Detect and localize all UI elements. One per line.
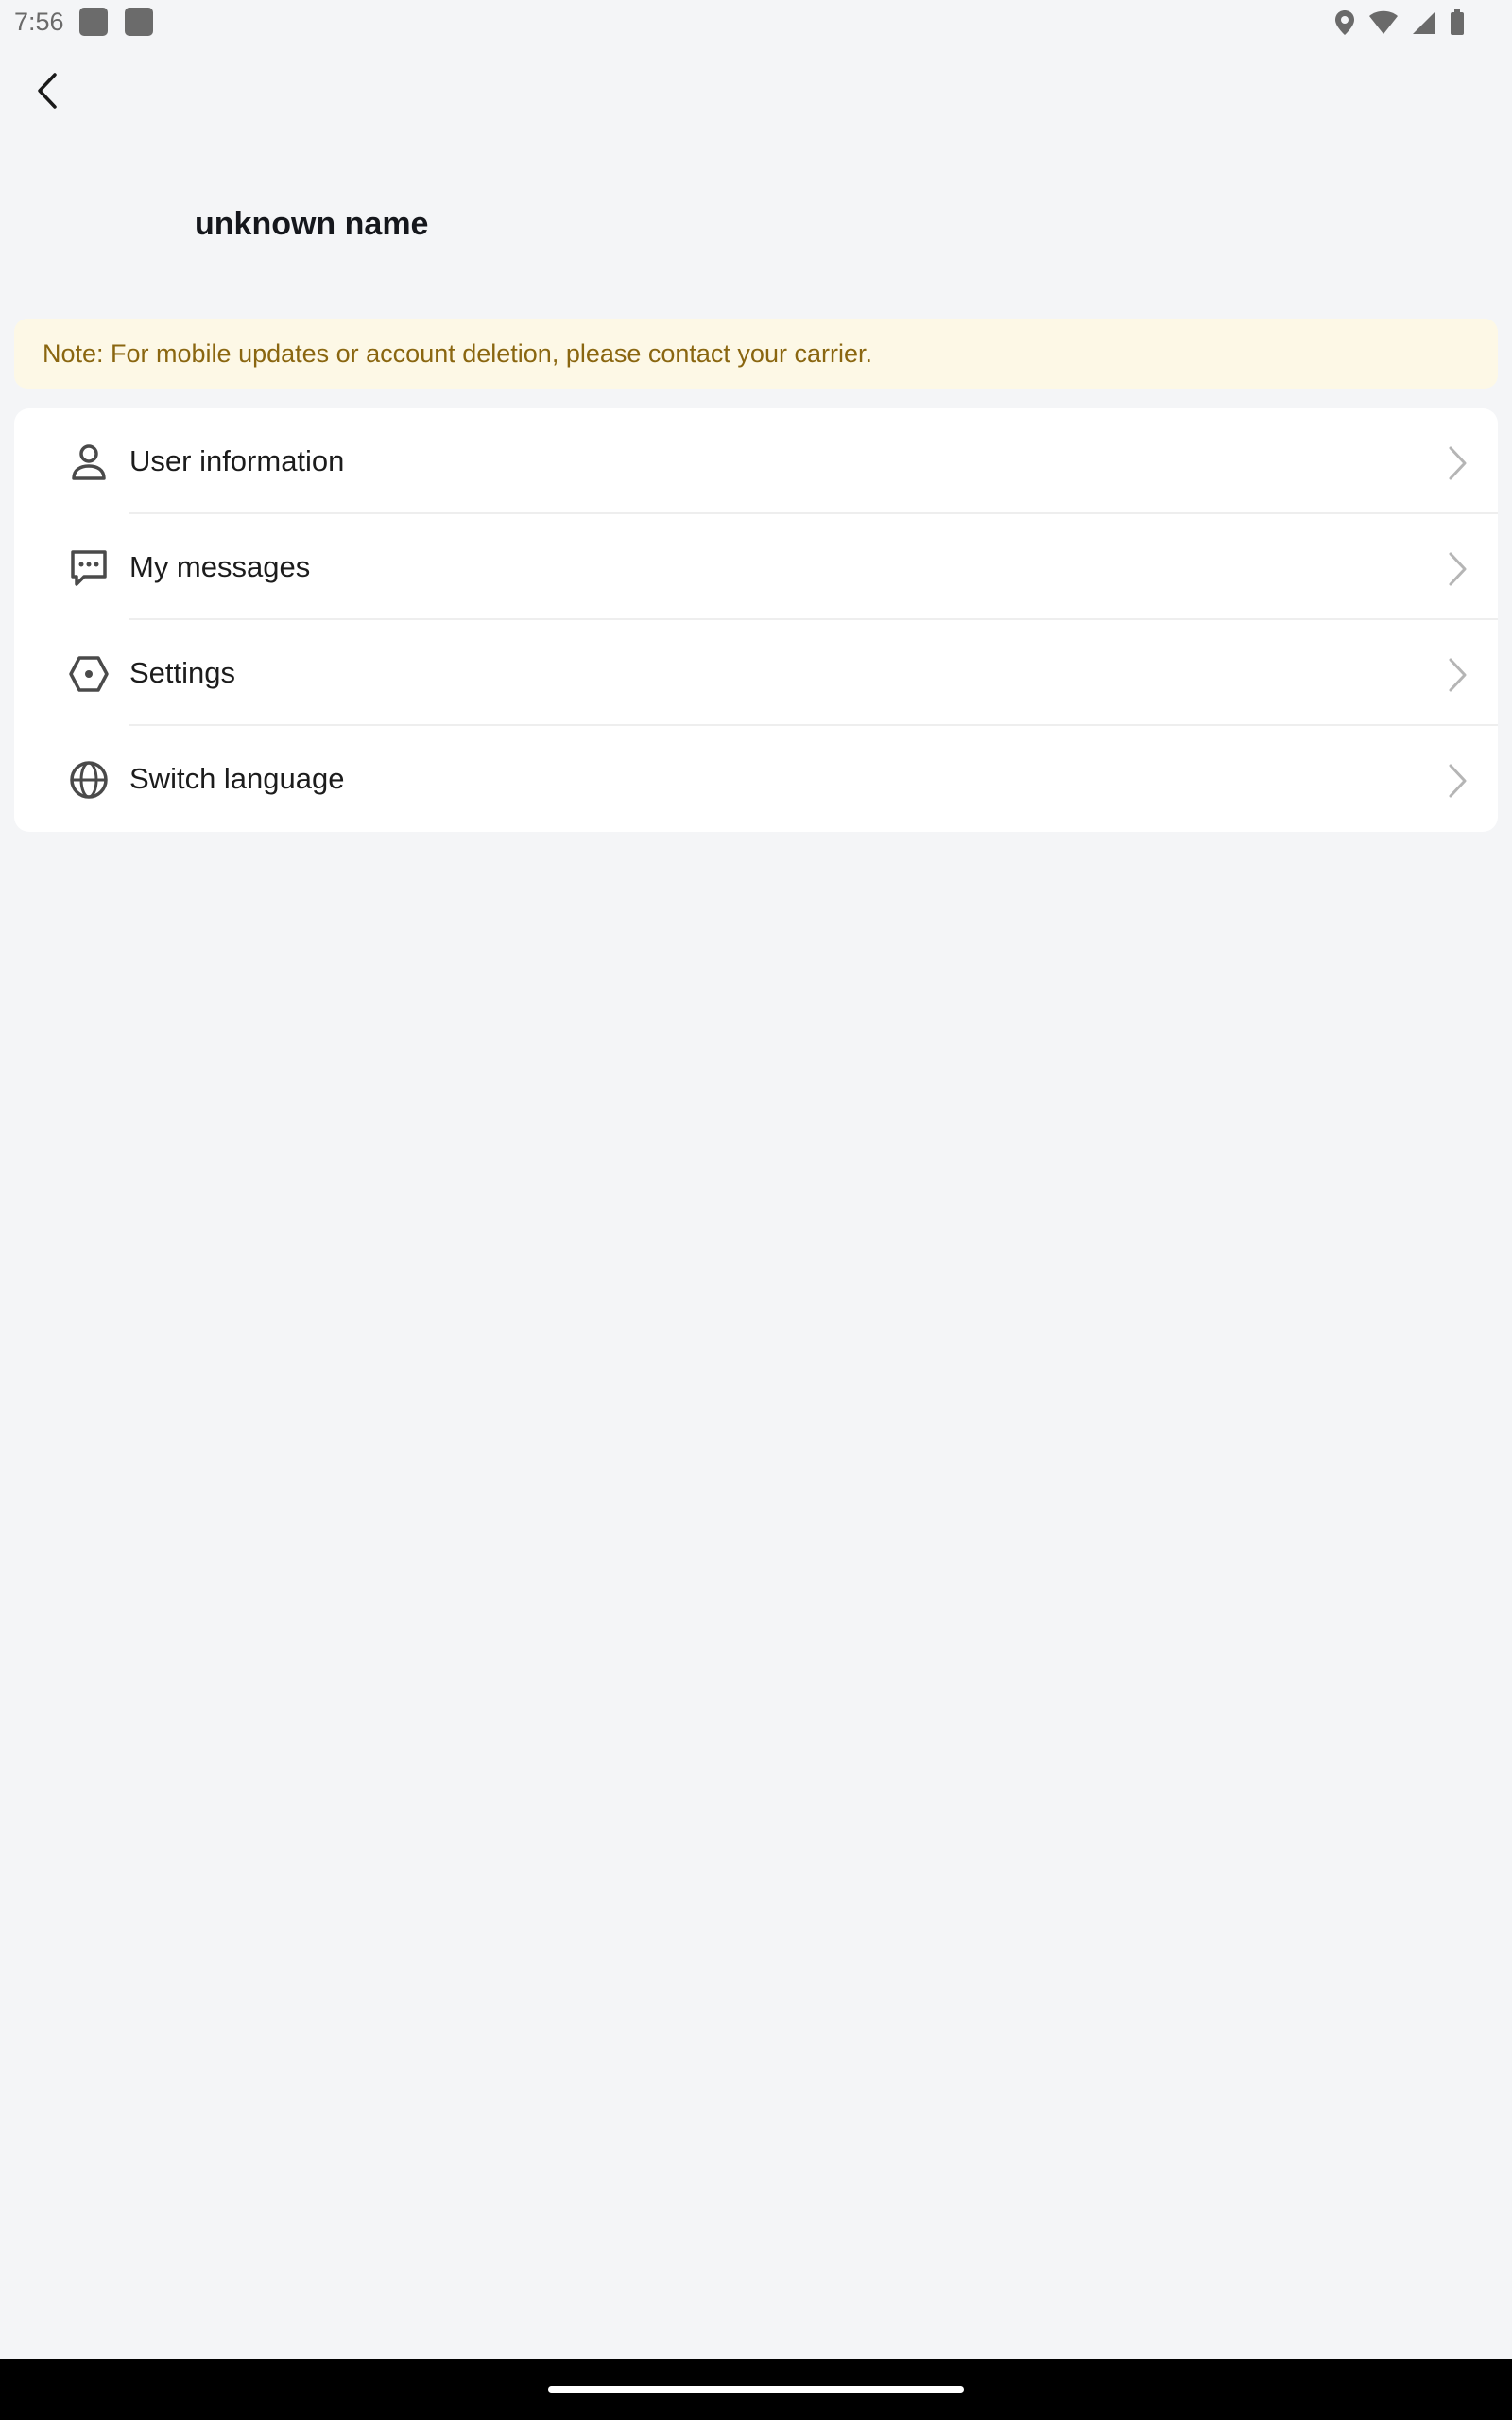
globe-icon	[69, 760, 109, 800]
chevron-left-icon	[35, 72, 60, 114]
profile-name: unknown name	[195, 206, 429, 242]
menu-item-label: Settings	[129, 656, 236, 689]
signal-icon	[1412, 10, 1436, 35]
status-time: 7:56	[14, 8, 64, 36]
person-icon	[69, 442, 109, 482]
menu-item-my-messages[interactable]: My messages	[14, 514, 1498, 620]
chevron-right-icon	[1443, 550, 1471, 588]
menu-item-settings[interactable]: Settings	[14, 620, 1498, 726]
home-indicator[interactable]	[548, 2386, 964, 2393]
notice-banner: Note: For mobile updates or account dele…	[14, 319, 1498, 389]
location-icon	[1334, 9, 1355, 36]
status-bar: 7:56	[0, 0, 1512, 47]
menu-item-label: User information	[129, 444, 345, 477]
settings-hexagon-icon	[69, 654, 109, 694]
menu-item-switch-language[interactable]: Switch language	[14, 726, 1498, 832]
system-nav-bar	[0, 2359, 1512, 2420]
app-notification-icon	[125, 8, 153, 36]
wifi-icon	[1368, 10, 1399, 35]
menu-item-label: My messages	[129, 550, 311, 583]
menu-item-label: Switch language	[129, 762, 345, 795]
chevron-right-icon	[1443, 762, 1471, 800]
battery-icon	[1450, 9, 1465, 36]
menu-card: User information My messages Settings Sw…	[14, 408, 1498, 832]
menu-item-user-information[interactable]: User information	[14, 408, 1498, 514]
message-icon	[69, 548, 109, 588]
status-icons	[1334, 8, 1465, 38]
notice-text: Note: For mobile updates or account dele…	[43, 338, 872, 368]
app-notification-icon	[79, 8, 108, 36]
back-button[interactable]	[21, 66, 74, 119]
chevron-right-icon	[1443, 656, 1471, 694]
chevron-right-icon	[1443, 444, 1471, 482]
